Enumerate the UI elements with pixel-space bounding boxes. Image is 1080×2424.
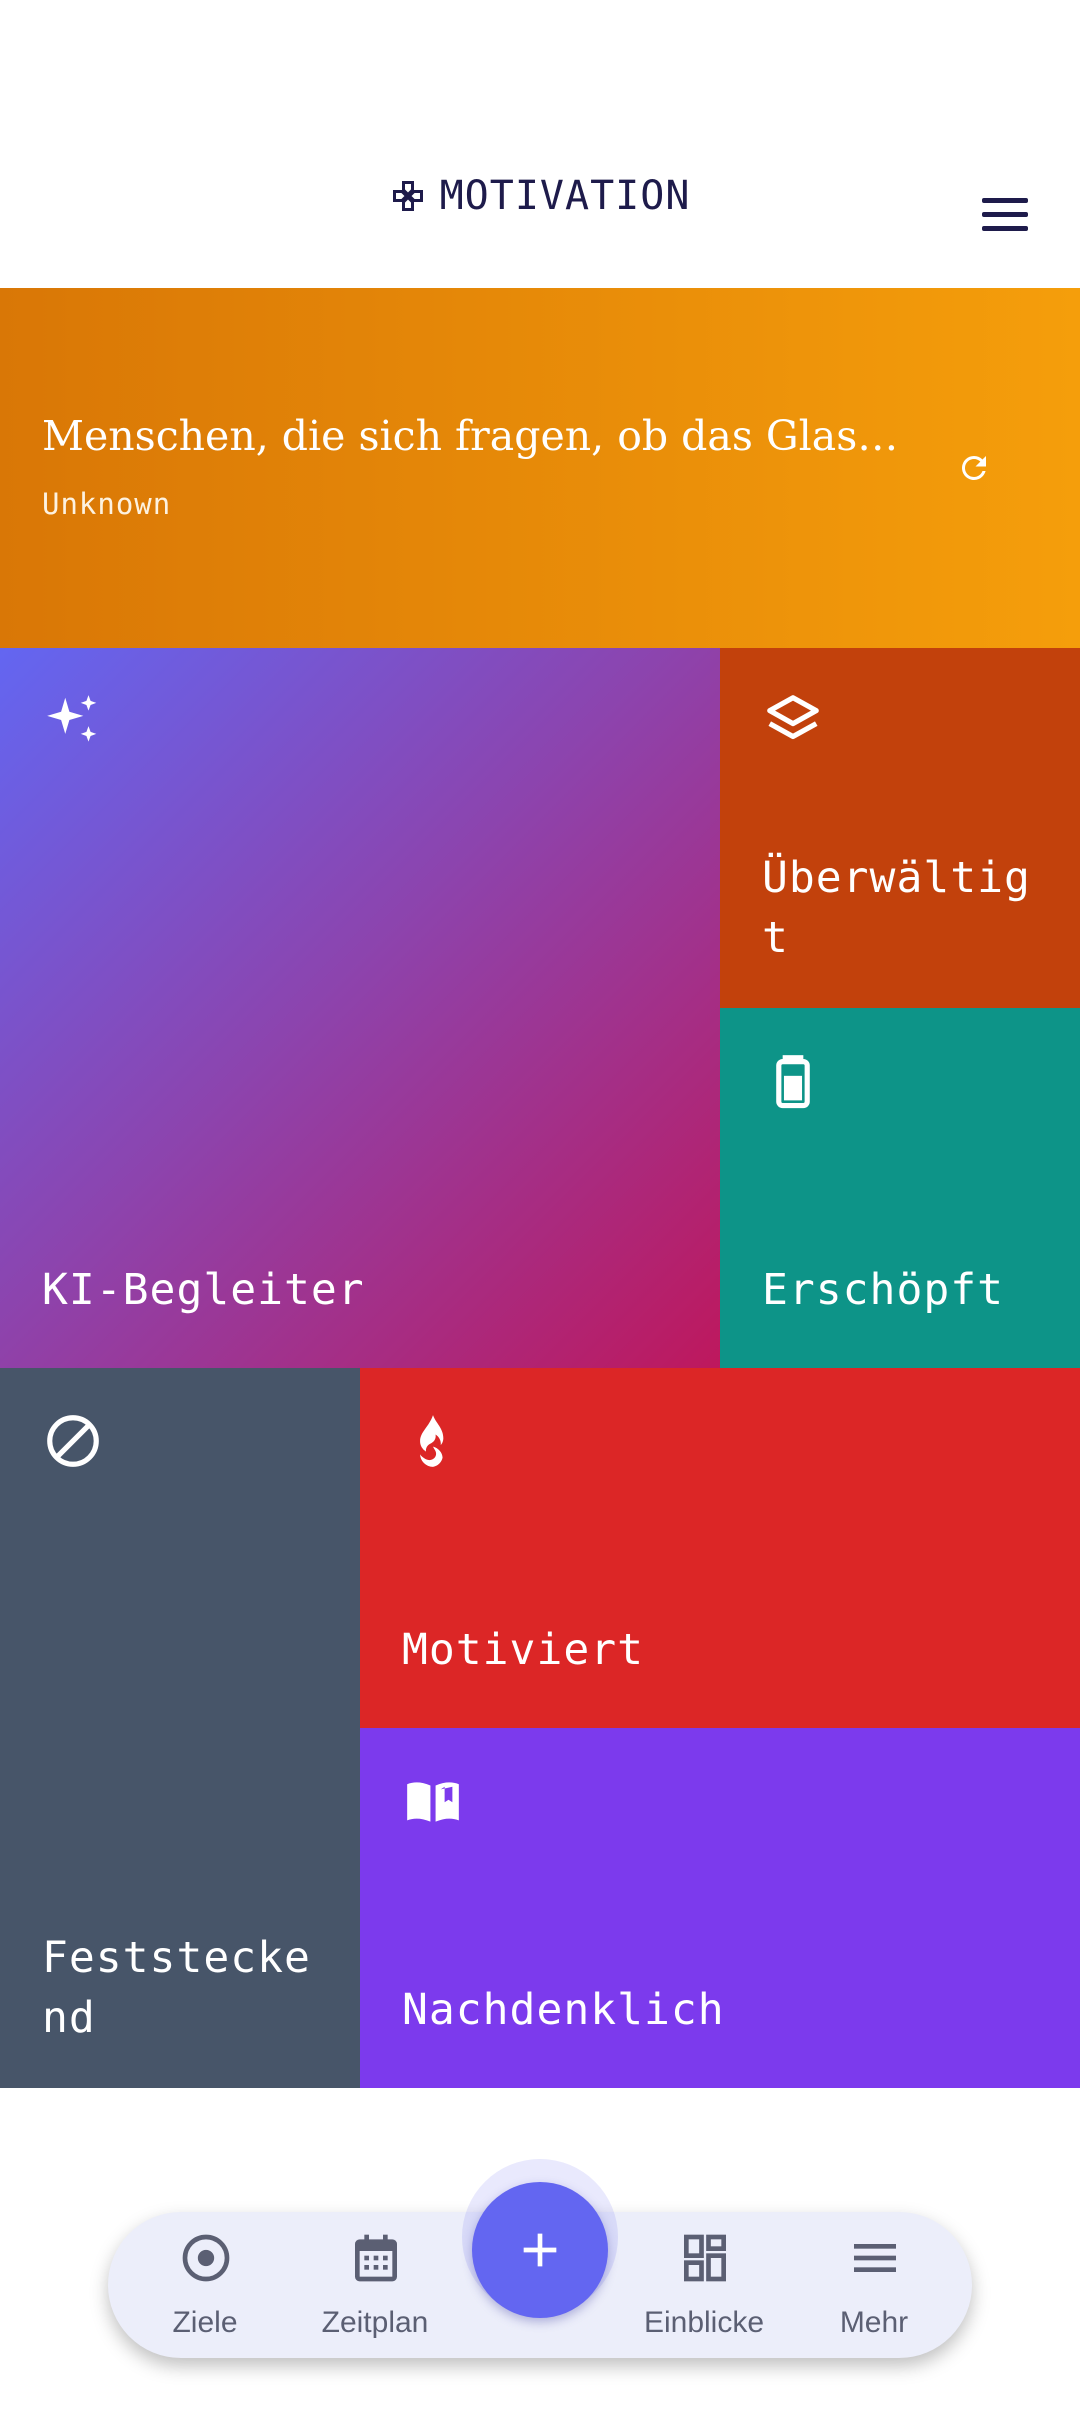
nav-item-zeitplan[interactable]: Zeitplan (300, 2226, 450, 2346)
menu-icon (854, 2244, 896, 2272)
hamburger-menu-icon (982, 198, 1028, 203)
app-header: MOTIVATION (0, 0, 1080, 288)
hamburger-menu-button[interactable] (976, 190, 1036, 242)
page-title: MOTIVATION (439, 173, 691, 219)
nav-item-einblicke[interactable]: Einblicke (629, 2226, 779, 2346)
tile-label: KI-Begleiter (42, 1265, 365, 1315)
nav-label: Mehr (839, 2306, 909, 2339)
flame-icon (420, 1415, 444, 1467)
refresh-quote-button[interactable] (956, 450, 992, 486)
tile-motiviert[interactable]: Motiviert (360, 1368, 1080, 1728)
calendar-icon (355, 2234, 397, 2282)
gamepad-icon (392, 181, 423, 211)
tile-ueberwaeltigt[interactable]: Überwältig t (720, 648, 1080, 1008)
tile-label: Motiviert (402, 1625, 644, 1675)
book-icon (407, 1782, 459, 1822)
nav-label: Einblicke (643, 2306, 765, 2339)
nav-label: Zeitplan (321, 2306, 429, 2339)
tile-feststeckend[interactable]: Feststecke nd (0, 1368, 360, 2088)
brand: MOTIVATION (0, 166, 1080, 226)
blocked-icon (47, 1415, 99, 1467)
target-icon (182, 2234, 230, 2282)
sparkles-icon (47, 695, 97, 742)
tile-ki-begleiter[interactable]: KI-Begleiter (0, 648, 720, 1368)
quote-author: Unknown (42, 487, 172, 521)
layers-icon (767, 695, 819, 740)
nav-label: Ziele (172, 2306, 238, 2339)
plus-icon (523, 2233, 557, 2267)
tile-label: Nachdenklich (402, 1985, 725, 2035)
nav-item-mehr[interactable]: Mehr (799, 2226, 949, 2346)
tile-erschoepft[interactable]: Erschöpft (720, 1008, 1080, 1368)
tile-label: Feststecke nd (42, 1933, 311, 2043)
tile-label: Überwältig t (762, 853, 1031, 963)
tile-label: Erschöpft (762, 1265, 1004, 1315)
battery-icon (776, 1055, 810, 1109)
dashboard-icon (684, 2234, 726, 2282)
quote-text: Menschen, die sich fragen, ob das Glas h… (42, 412, 902, 460)
refresh-icon (961, 455, 986, 480)
add-button[interactable] (472, 2182, 608, 2318)
tile-nachdenklich[interactable]: Nachdenklich (360, 1728, 1080, 2088)
nav-item-ziele[interactable]: Ziele (130, 2226, 280, 2346)
